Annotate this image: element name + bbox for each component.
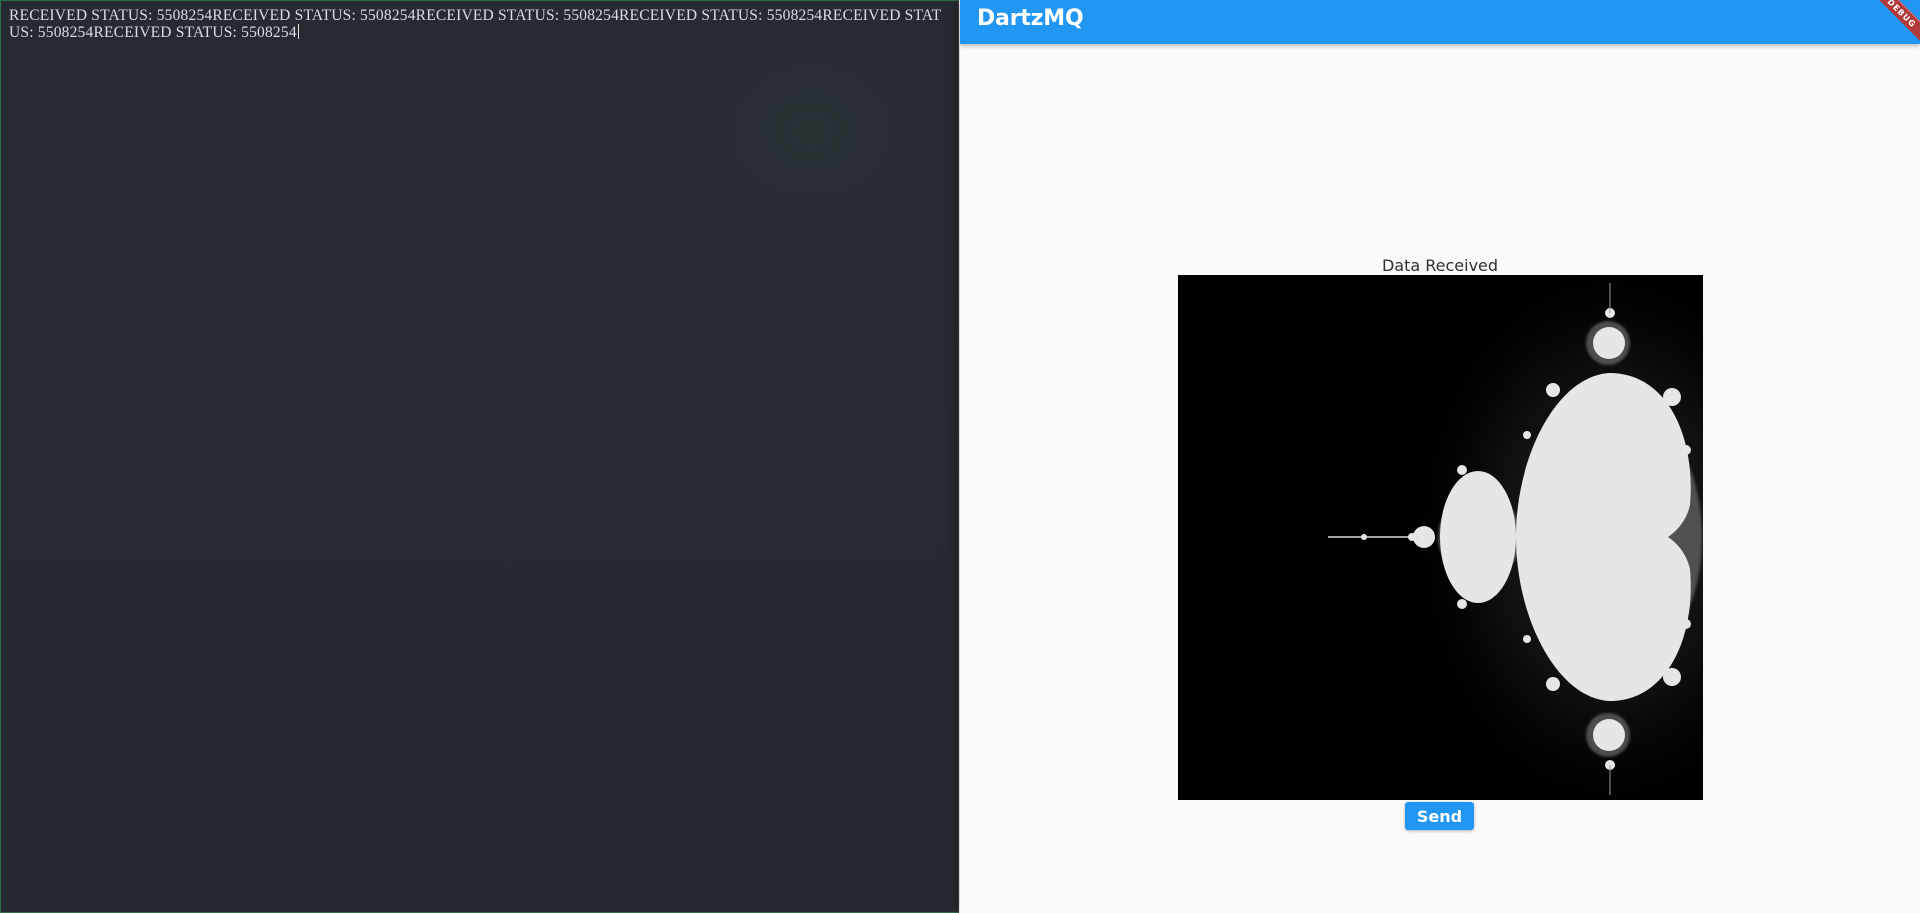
- app-bar: DartzMQ DEBUG: [960, 0, 1920, 47]
- terminal-output-text: RECEIVED STATUS: 5508254RECEIVED STATUS:…: [9, 7, 942, 41]
- terminal-output: RECEIVED STATUS: 5508254RECEIVED STATUS:…: [9, 7, 949, 41]
- send-button[interactable]: Send: [1405, 802, 1474, 830]
- debug-banner: DEBUG: [1868, 0, 1920, 47]
- text-cursor: [297, 24, 299, 39]
- flutter-app-window: DartzMQ DEBUG Data Received Send: [960, 0, 1920, 913]
- data-received-label: Data Received: [1381, 256, 1499, 275]
- terminal-window[interactable]: RECEIVED STATUS: 5508254RECEIVED STATUS:…: [0, 0, 959, 913]
- mandelbrot-image: [1178, 275, 1703, 800]
- mandelbrot-graphic: [1178, 275, 1703, 800]
- app-title: DartzMQ: [977, 6, 1084, 31]
